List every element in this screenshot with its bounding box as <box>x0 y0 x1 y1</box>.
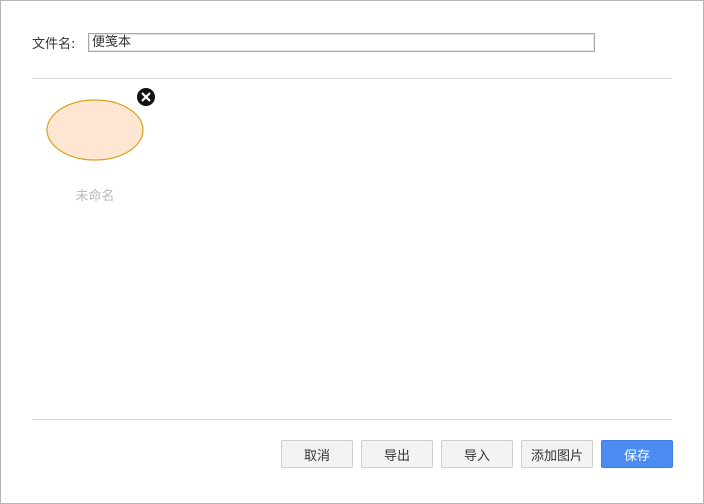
import-button[interactable]: 导入 <box>441 440 513 468</box>
save-button[interactable]: 保存 <box>601 440 673 468</box>
filename-label: 文件名: <box>32 37 76 52</box>
ellipse-shape <box>46 99 144 161</box>
ellipse-shape-thumbnail[interactable] <box>46 98 146 162</box>
export-button[interactable]: 导出 <box>361 440 433 468</box>
top-divider <box>32 78 672 79</box>
bottom-divider <box>32 419 672 420</box>
filename-input[interactable] <box>88 33 595 52</box>
add-image-button[interactable]: 添加图片 <box>521 440 593 468</box>
shape-name-label[interactable]: 未命名 <box>41 185 149 204</box>
cancel-button[interactable]: 取消 <box>281 440 353 468</box>
delete-shape-icon[interactable] <box>136 87 156 107</box>
scratchpad-dialog: 文件名: 未命名 取消 导出 导入 添加图片 保存 <box>0 0 704 504</box>
shape-item[interactable]: 未命名 <box>41 87 161 207</box>
